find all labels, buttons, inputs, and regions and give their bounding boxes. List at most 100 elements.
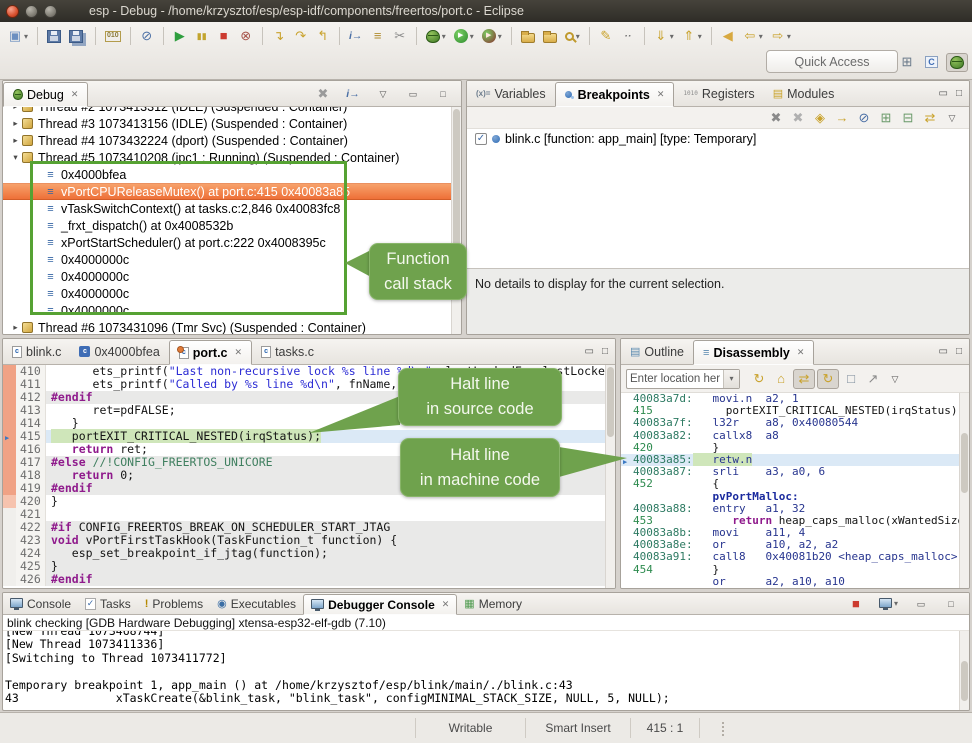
external-tools-button[interactable]: ▶▾ (479, 27, 505, 45)
disassembly-ruler-cell[interactable] (621, 551, 633, 563)
remove-all-terminated-button[interactable]: ✖ (313, 85, 333, 103)
new-cpp-wizard-button[interactable] (518, 28, 538, 45)
disassembly-ruler-cell[interactable] (621, 430, 633, 442)
tab-debugger-console[interactable]: Debugger Console ✕ (303, 594, 457, 615)
disassembly-ruler-cell[interactable] (621, 576, 633, 588)
open-element-button[interactable] (540, 28, 560, 45)
instruction-stepping-button[interactable]: i→ (346, 27, 366, 45)
track-current-location-button[interactable]: ↻ (817, 369, 839, 389)
step-over-button[interactable]: ↷ (291, 27, 311, 45)
goto-breakpoint-file-button[interactable]: → (832, 109, 852, 127)
view-menu-button[interactable]: ▽ (885, 370, 905, 388)
save-all-button[interactable] (66, 28, 89, 45)
tab-debug[interactable]: Debug ✕ (3, 82, 88, 107)
remove-selected-breakpoints-button[interactable]: ✖ (766, 109, 786, 127)
home-button[interactable]: ⌂ (771, 370, 791, 388)
resume-button[interactable]: ▶ (170, 27, 190, 45)
disassembly-ruler-cell[interactable] (621, 503, 633, 515)
next-annotation-button[interactable]: ⇑▾ (679, 27, 705, 45)
tab-registers[interactable]: 1010 Registers (674, 81, 763, 106)
expand-all-button[interactable]: ⊞ (876, 109, 896, 127)
disassembly-ruler-cell[interactable] (621, 405, 633, 417)
disassembly-ruler-cell[interactable] (621, 527, 633, 539)
annotation-ruler-cell[interactable] (3, 391, 16, 404)
minimize-panel-icon[interactable]: ▭ (939, 346, 948, 357)
refresh-button[interactable]: ↻ (749, 370, 769, 388)
debug-perspective-button[interactable] (946, 53, 968, 72)
disassembly-scrollbar[interactable] (959, 393, 969, 588)
pin-view-button[interactable]: ↗ (863, 370, 883, 388)
annotation-ruler-cell[interactable] (3, 443, 16, 456)
annotation-ruler-cell[interactable] (3, 404, 16, 417)
link-with-debug-view-button[interactable]: ⇄ (920, 109, 940, 127)
disassembly-ruler-cell[interactable] (621, 478, 633, 490)
disassembly-ruler-cell[interactable] (621, 491, 633, 503)
console-scrollbar[interactable] (959, 631, 969, 710)
view-menu-button[interactable]: ▽ (373, 85, 393, 103)
minimize-button[interactable] (25, 5, 38, 18)
debug-button[interactable]: ▾ (423, 28, 449, 45)
dropdown-caret-icon[interactable]: ▾ (894, 599, 898, 608)
dropdown-caret-icon[interactable]: ▾ (787, 32, 791, 41)
tab-outline[interactable]: ▤ Outline (621, 339, 693, 364)
status-drag-handle[interactable] (722, 722, 725, 736)
annotation-ruler-cell[interactable] (3, 547, 16, 560)
forward-button[interactable]: ⇨▾ (768, 27, 794, 45)
disassembly-ruler-cell[interactable] (621, 466, 633, 478)
annotation-ruler-cell[interactable] (3, 469, 16, 482)
disassembly-ruler-cell[interactable] (621, 393, 633, 405)
editor-presentation-button[interactable]: ·· (618, 27, 638, 45)
dropdown-caret-icon[interactable]: ▾ (759, 32, 763, 41)
annotation-ruler-cell[interactable] (3, 521, 16, 534)
annotation-ruler-cell[interactable] (3, 417, 16, 430)
view-menu-button[interactable]: ▽ (942, 109, 962, 127)
stack-frame-row[interactable]: ≡vPortCPUReleaseMutex() at port.c:415 0x… (3, 183, 451, 200)
editor-scrollbar[interactable] (605, 365, 615, 588)
tree-expander-icon[interactable]: ▸ (9, 135, 22, 146)
step-into-button[interactable]: ↴ (269, 27, 289, 45)
annotation-ruler-cell[interactable] (3, 456, 16, 469)
tree-expander-icon[interactable]: ▸ (9, 118, 22, 129)
trace-control-button[interactable]: ✂ (390, 27, 410, 45)
back-history-button[interactable]: ◀ (718, 27, 738, 45)
annotation-ruler-cell[interactable] (3, 378, 16, 391)
dropdown-caret-icon[interactable]: ▾ (698, 32, 702, 41)
annotation-ruler-cell[interactable] (3, 560, 16, 573)
binary-browser-button[interactable]: 010 (102, 29, 124, 44)
tree-expander-icon[interactable]: ▸ (9, 107, 22, 112)
annotation-ruler-cell[interactable] (3, 495, 16, 508)
scrollbar-thumb[interactable] (961, 433, 968, 493)
tab-memory[interactable]: ▦ Memory (457, 593, 529, 614)
stack-frame-row[interactable]: ≡vTaskSwitchContext() at tasks.c:2,846 0… (3, 200, 451, 217)
maximize-button[interactable] (44, 5, 57, 18)
tab-tasks-c[interactable]: c tasks.c (252, 339, 323, 364)
breakpoints-list[interactable]: ✓ blink.c [function: app_main] [type: Te… (467, 129, 969, 272)
tab-variables[interactable]: (x)= Variables (467, 81, 555, 106)
combo-dropdown-icon[interactable]: ▾ (723, 370, 739, 388)
maximize-panel-icon[interactable]: □ (956, 346, 962, 357)
annotation-ruler-cell[interactable] (3, 365, 16, 378)
close-tab-icon[interactable]: ✕ (71, 89, 79, 100)
tab-disassembly[interactable]: ≡ Disassembly ✕ (693, 340, 814, 365)
cpp-perspective-button[interactable]: C (922, 54, 941, 70)
thread-row[interactable]: ▾Thread #5 1073410208 (ipc1 : Running) (… (3, 149, 451, 166)
location-input[interactable] (627, 373, 723, 385)
minimize-panel-icon[interactable]: ▭ (585, 346, 594, 357)
sync-with-active-context-button[interactable]: ⇄ (793, 369, 815, 389)
console-output[interactable]: [New Thread 1073468744][New Thread 10734… (5, 631, 959, 710)
instruction-stepping-mode-button[interactable]: i→ (343, 85, 363, 103)
display-selected-console-button[interactable]: ▾ (876, 597, 901, 610)
disassembly-ruler-cell[interactable]: ▶ (621, 454, 633, 466)
close-tab-icon[interactable]: ✕ (442, 599, 450, 610)
stack-frame-row[interactable]: ≡0x4000bfea (3, 166, 451, 183)
tree-expander-icon[interactable]: ▸ (9, 322, 22, 333)
tab-tasks[interactable]: ✓ Tasks (78, 593, 138, 614)
close-button[interactable] (6, 5, 19, 18)
last-edit-location-button[interactable]: ⇓▾ (651, 27, 677, 45)
minimize-button[interactable]: ▭ (403, 85, 423, 103)
suspend-button[interactable]: ▮▮ (192, 27, 212, 45)
open-new-view-button[interactable]: □ (841, 370, 861, 388)
tab-port-c[interactable]: c port.c ✕ (169, 340, 252, 365)
tab-problems[interactable]: ! Problems (138, 593, 210, 614)
dropdown-caret-icon[interactable]: ▾ (670, 32, 674, 41)
